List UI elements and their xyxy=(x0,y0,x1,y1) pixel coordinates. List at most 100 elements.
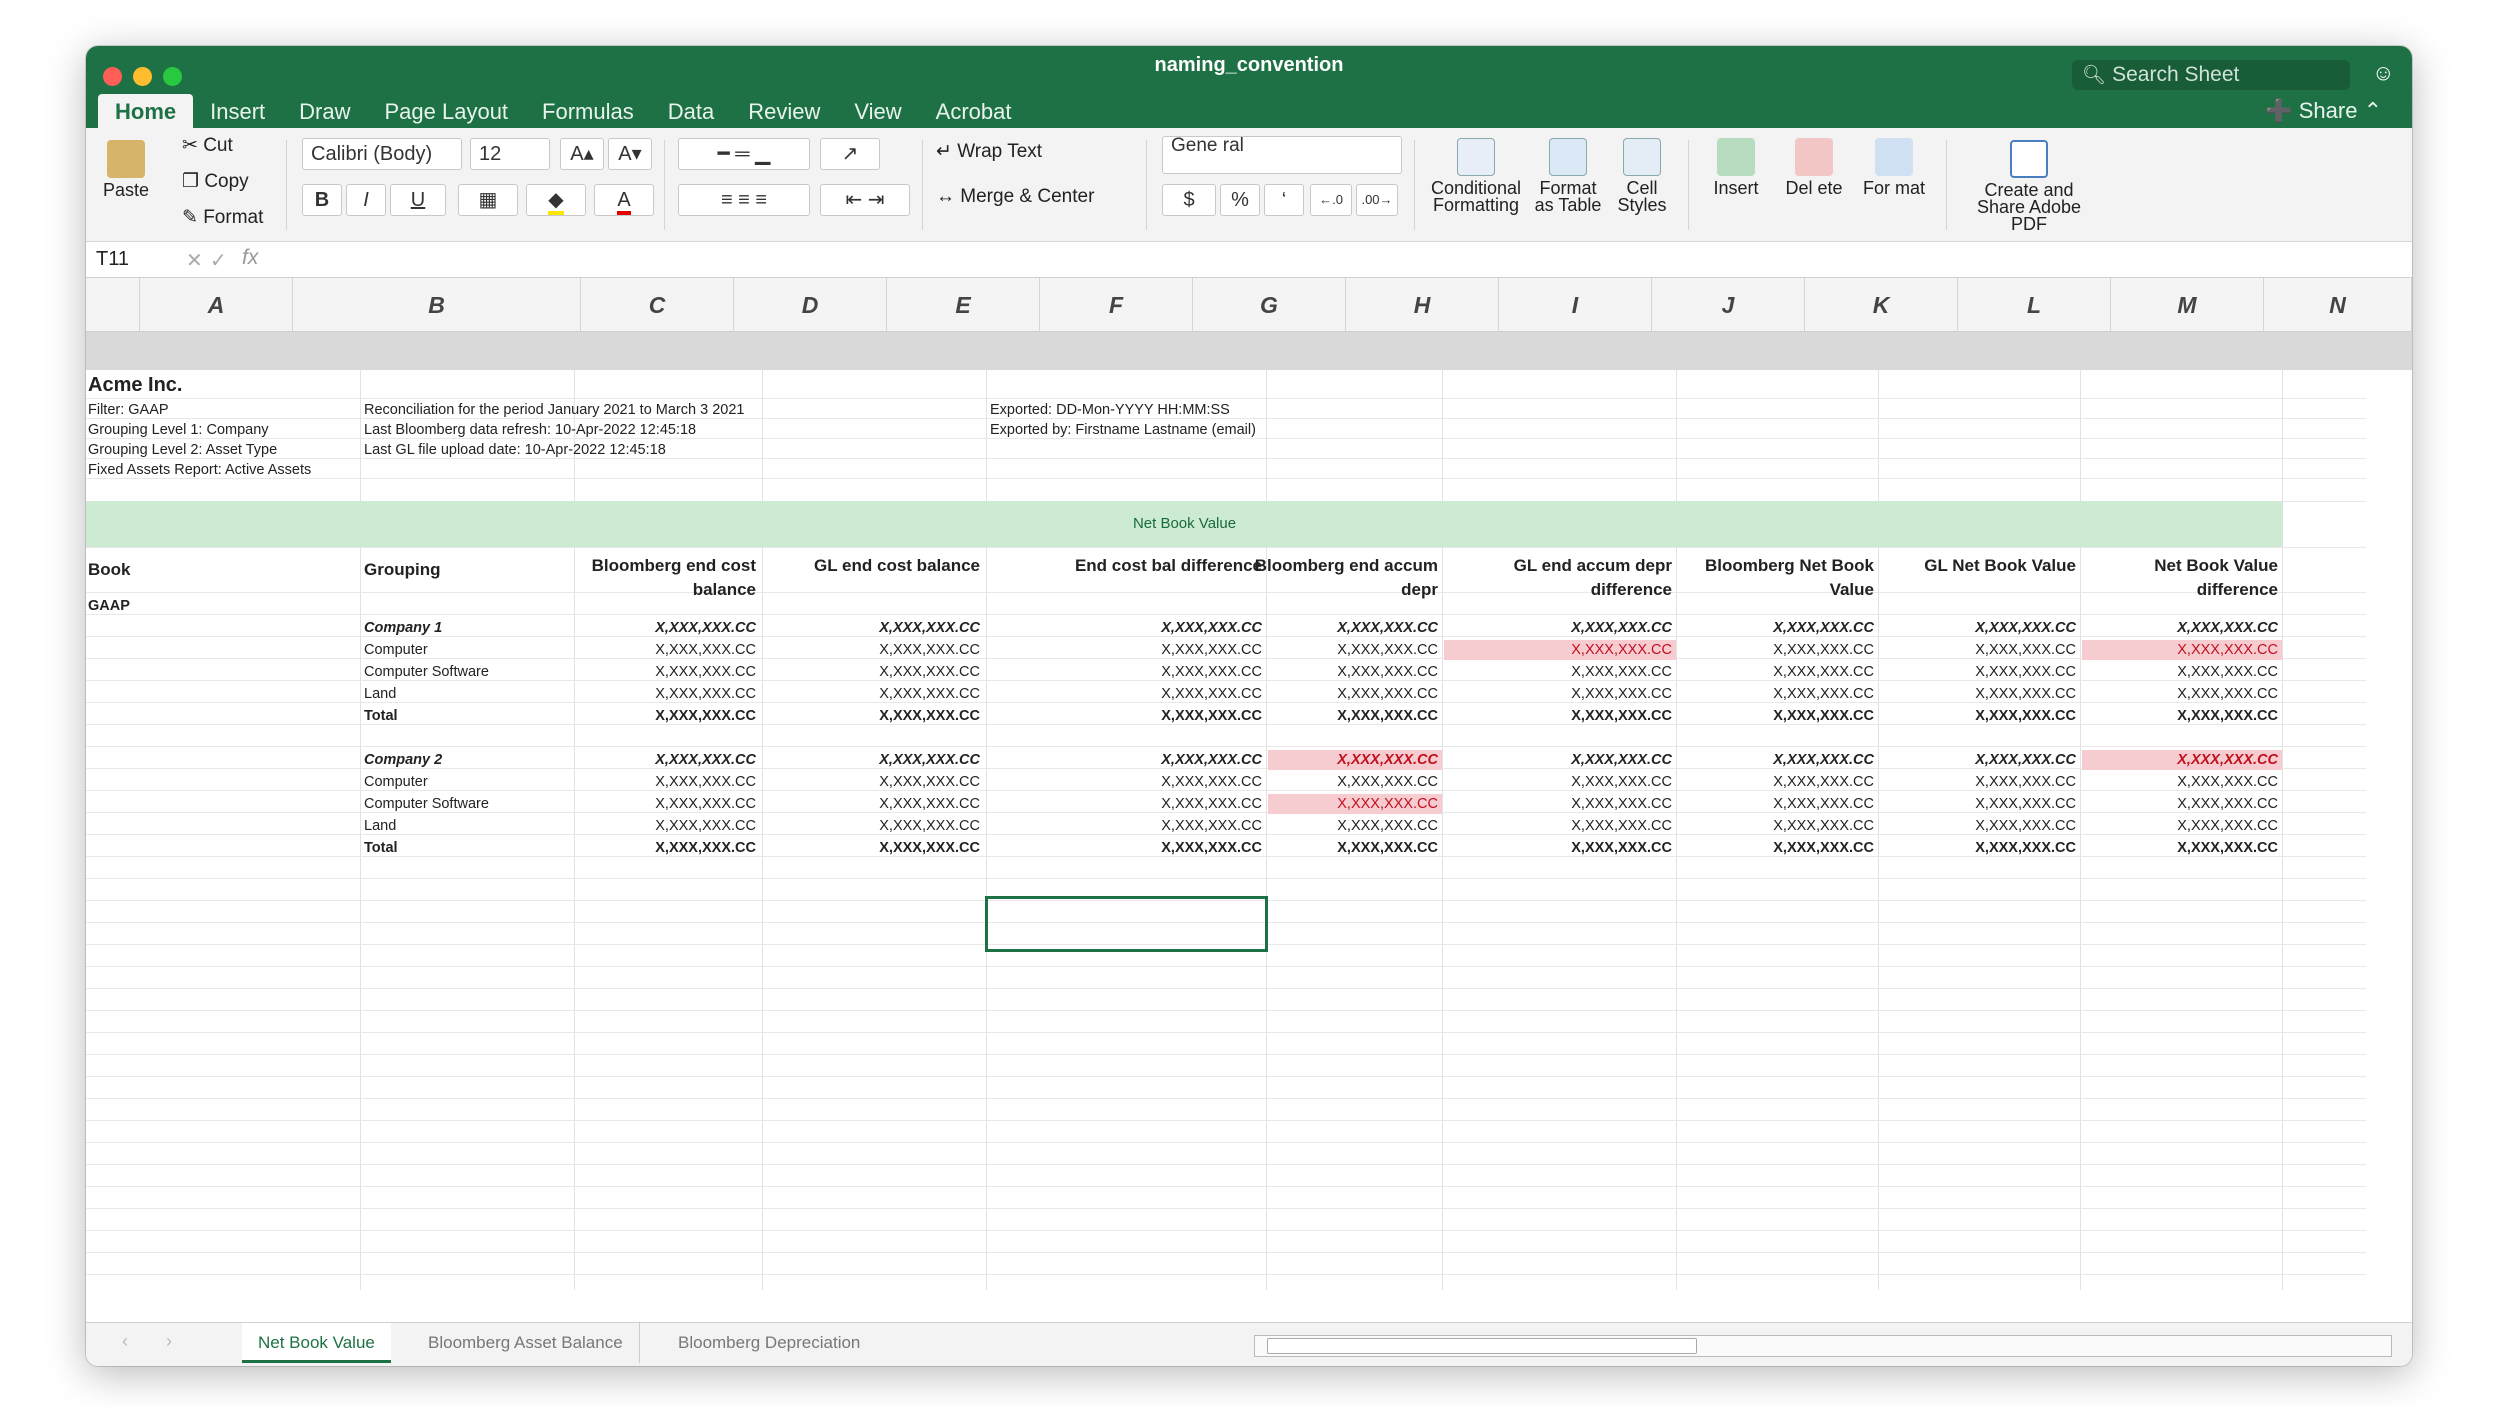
currency-button[interactable]: $ xyxy=(1162,184,1216,216)
search-sheet-field[interactable]: 🔍︎ Search Sheet xyxy=(2072,60,2350,90)
underline-button[interactable]: U xyxy=(390,184,446,216)
value-cell[interactable]: X,XXX,XXX.CC xyxy=(2082,838,2282,858)
value-cell[interactable]: X,XXX,XXX.CC xyxy=(764,618,984,638)
value-cell[interactable]: X,XXX,XXX.CC xyxy=(1268,816,1442,836)
collaborate-icon[interactable]: ☺ xyxy=(2372,60,2400,88)
value-cell[interactable]: X,XXX,XXX.CC xyxy=(576,684,760,704)
tab-data[interactable]: Data xyxy=(651,94,731,128)
bold-button[interactable]: B xyxy=(302,184,342,216)
value-cell[interactable]: X,XXX,XXX.CC xyxy=(988,662,1266,682)
value-cell[interactable]: X,XXX,XXX.CC xyxy=(1444,750,1676,770)
column-header-h[interactable]: H xyxy=(1346,278,1499,332)
font-color-button[interactable]: A xyxy=(594,184,654,216)
worksheet-grid[interactable]: Acme Inc. Filter: GAAP Grouping Level 1:… xyxy=(86,370,2366,1290)
tab-acrobat[interactable]: Acrobat xyxy=(919,94,1029,128)
scrollbar-thumb[interactable] xyxy=(1267,1338,1697,1354)
value-cell[interactable]: X,XXX,XXX.CC xyxy=(2082,684,2282,704)
value-cell[interactable]: X,XXX,XXX.CC xyxy=(1678,816,1878,836)
value-cell[interactable]: X,XXX,XXX.CC xyxy=(1444,662,1676,682)
value-cell[interactable]: X,XXX,XXX.CC xyxy=(1880,662,2080,682)
value-cell[interactable]: X,XXX,XXX.CC xyxy=(988,706,1266,726)
format-as-table-button[interactable]: Format as Table xyxy=(1532,138,1604,214)
name-box[interactable]: T11 xyxy=(96,248,129,271)
value-cell[interactable]: X,XXX,XXX.CC xyxy=(1444,794,1676,814)
value-cell[interactable]: X,XXX,XXX.CC xyxy=(576,750,760,770)
cell-styles-button[interactable]: Cell Styles xyxy=(1608,138,1676,214)
horizontal-align-buttons[interactable]: ≡ ≡ ≡ xyxy=(678,184,810,216)
column-header-k[interactable]: K xyxy=(1805,278,1958,332)
column-header-b[interactable]: B xyxy=(293,278,581,332)
value-cell[interactable]: X,XXX,XXX.CC xyxy=(2082,618,2282,638)
value-cell[interactable]: X,XXX,XXX.CC xyxy=(1880,618,2080,638)
value-cell[interactable]: X,XXX,XXX.CC xyxy=(2082,794,2282,814)
format-cells-button[interactable]: For mat xyxy=(1862,138,1926,197)
value-cell[interactable]: X,XXX,XXX.CC xyxy=(1678,772,1878,792)
value-cell[interactable]: X,XXX,XXX.CC xyxy=(2082,706,2282,726)
value-cell[interactable]: X,XXX,XXX.CC xyxy=(576,772,760,792)
value-cell[interactable]: X,XXX,XXX.CC xyxy=(988,618,1266,638)
sheet-tab-bloomberg-depreciation[interactable]: Bloomberg Depreciation xyxy=(662,1323,876,1363)
value-cell[interactable]: X,XXX,XXX.CC xyxy=(1444,838,1676,858)
value-cell[interactable]: X,XXX,XXX.CC xyxy=(1444,816,1676,836)
share-button[interactable]: ➕ Share ⌃ xyxy=(2265,98,2382,124)
value-cell[interactable]: X,XXX,XXX.CC xyxy=(1880,772,2080,792)
value-cell[interactable]: X,XXX,XXX.CC xyxy=(2082,662,2282,682)
value-cell[interactable]: X,XXX,XXX.CC xyxy=(576,618,760,638)
value-cell[interactable]: X,XXX,XXX.CC xyxy=(988,684,1266,704)
value-cell[interactable]: X,XXX,XXX.CC xyxy=(576,662,760,682)
value-cell[interactable]: X,XXX,XXX.CC xyxy=(764,750,984,770)
value-cell[interactable]: X,XXX,XXX.CC xyxy=(764,838,984,858)
confirm-check-icon[interactable]: ✓ xyxy=(210,248,227,273)
column-header-g[interactable]: G xyxy=(1193,278,1346,332)
value-cell[interactable]: X,XXX,XXX.CC xyxy=(1444,706,1676,726)
value-cell[interactable]: X,XXX,XXX.CC xyxy=(764,662,984,682)
cancel-x-icon[interactable]: ✕ xyxy=(186,248,203,273)
increase-decimal-button[interactable]: ←.0 xyxy=(1310,184,1352,216)
formula-input[interactable] xyxy=(282,242,2382,276)
column-header-l[interactable]: L xyxy=(1958,278,2111,332)
create-adobe-pdf-button[interactable]: Create and Share Adobe PDF xyxy=(1966,140,2092,233)
value-cell[interactable]: X,XXX,XXX.CC xyxy=(988,794,1266,814)
highlighted-value-cell[interactable]: X,XXX,XXX.CC xyxy=(1444,640,1676,660)
percent-button[interactable]: % xyxy=(1220,184,1260,216)
value-cell[interactable]: X,XXX,XXX.CC xyxy=(576,838,760,858)
value-cell[interactable]: X,XXX,XXX.CC xyxy=(1444,618,1676,638)
value-cell[interactable]: X,XXX,XXX.CC xyxy=(1880,750,2080,770)
column-header-d[interactable]: D xyxy=(734,278,887,332)
select-all-corner[interactable] xyxy=(86,278,140,332)
wrap-text-button[interactable]: ↵ Wrap Text xyxy=(936,140,1042,163)
value-cell[interactable]: X,XXX,XXX.CC xyxy=(764,816,984,836)
value-cell[interactable]: X,XXX,XXX.CC xyxy=(764,794,984,814)
horizontal-scrollbar[interactable] xyxy=(1254,1335,2392,1357)
fill-color-button[interactable]: ◆ xyxy=(526,184,586,216)
next-sheet-icon[interactable]: › xyxy=(166,1331,172,1352)
value-cell[interactable]: X,XXX,XXX.CC xyxy=(988,640,1266,660)
value-cell[interactable]: X,XXX,XXX.CC xyxy=(1444,772,1676,792)
cut-button[interactable]: ✂ Cut xyxy=(182,134,233,157)
value-cell[interactable]: X,XXX,XXX.CC xyxy=(2082,772,2282,792)
highlighted-value-cell[interactable]: X,XXX,XXX.CC xyxy=(1268,794,1442,814)
column-header-c[interactable]: C xyxy=(581,278,734,332)
tab-review[interactable]: Review xyxy=(731,94,837,128)
font-size-select[interactable]: 12 xyxy=(470,138,550,170)
vertical-align-buttons[interactable]: ━ ═ ▁ xyxy=(678,138,810,170)
borders-button[interactable]: ▦ xyxy=(458,184,518,216)
italic-button[interactable]: I xyxy=(346,184,386,216)
value-cell[interactable]: X,XXX,XXX.CC xyxy=(764,706,984,726)
comma-button[interactable]: ‘ xyxy=(1264,184,1304,216)
value-cell[interactable]: X,XXX,XXX.CC xyxy=(1678,618,1878,638)
decrease-decimal-button[interactable]: .00→ xyxy=(1356,184,1398,216)
column-header-a[interactable]: A xyxy=(140,278,293,332)
value-cell[interactable]: X,XXX,XXX.CC xyxy=(1678,662,1878,682)
prev-sheet-icon[interactable]: ‹ xyxy=(122,1331,128,1352)
tab-draw[interactable]: Draw xyxy=(282,94,367,128)
fx-icon[interactable]: fx xyxy=(242,246,258,270)
value-cell[interactable]: X,XXX,XXX.CC xyxy=(576,640,760,660)
indent-buttons[interactable]: ⇤ ⇥ xyxy=(820,184,910,216)
font-name-select[interactable]: Calibri (Body) xyxy=(302,138,462,170)
value-cell[interactable]: X,XXX,XXX.CC xyxy=(2082,816,2282,836)
value-cell[interactable]: X,XXX,XXX.CC xyxy=(1678,684,1878,704)
paste-button[interactable]: Paste xyxy=(96,140,156,199)
copy-button[interactable]: ❐ Copy xyxy=(182,170,249,193)
value-cell[interactable]: X,XXX,XXX.CC xyxy=(764,640,984,660)
